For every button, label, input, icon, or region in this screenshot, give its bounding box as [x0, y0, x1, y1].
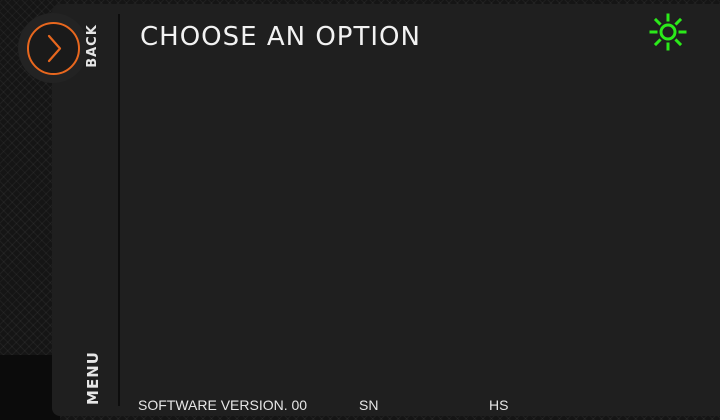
- serial-number-label: SN: [359, 397, 379, 413]
- page-title: CHOOSE AN OPTION: [140, 22, 421, 52]
- back-button[interactable]: [18, 13, 88, 83]
- back-label[interactable]: BACK: [84, 19, 102, 73]
- hs-label: HS: [489, 397, 509, 413]
- brightness-button[interactable]: [648, 12, 688, 52]
- main-panel: [52, 4, 720, 416]
- brightness-icon: [649, 13, 687, 51]
- sidebar-divider: [118, 14, 120, 406]
- software-version-text: SOFTWARE VERSION. 00: [138, 397, 308, 413]
- back-ring: [27, 22, 80, 75]
- menu-button[interactable]: MENU: [83, 345, 103, 411]
- chevron-right-icon: [47, 34, 62, 63]
- bottom-left-strip: [0, 355, 60, 420]
